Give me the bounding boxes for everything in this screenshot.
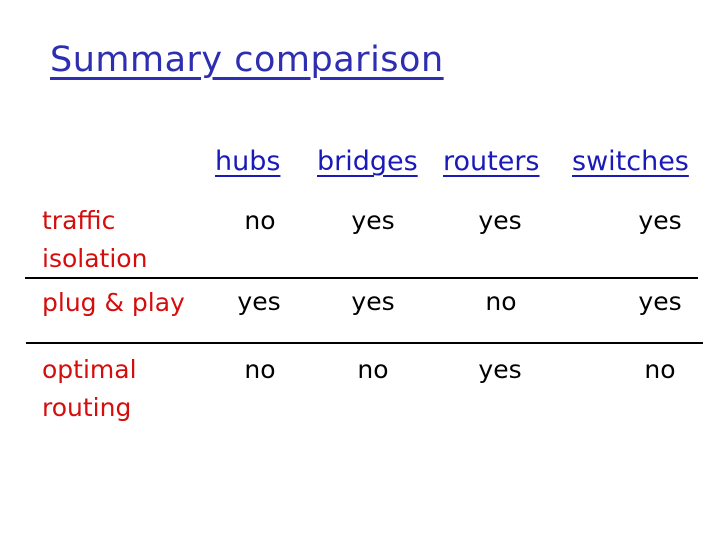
slide-title: Summary comparison [50, 40, 444, 80]
cell-switches: yes [638, 206, 682, 235]
cell-hubs: no [244, 355, 276, 384]
column-header-bridges: bridges [317, 146, 418, 177]
cell-switches: no [644, 355, 676, 384]
cell-switches: yes [638, 287, 682, 316]
row-divider [26, 342, 703, 344]
cell-bridges: yes [351, 287, 395, 316]
column-header-switches: switches [572, 146, 689, 177]
row-label-line: traffic [42, 206, 116, 235]
column-header-hubs: hubs [215, 146, 281, 177]
row-label-line: optimal [42, 355, 137, 384]
row-label-line: plug & play [42, 288, 185, 317]
row-label-plug-and-play: plug & play [42, 284, 185, 322]
cell-routers: yes [478, 206, 522, 235]
row-label-line: isolation [42, 244, 148, 273]
row-label-traffic-isolation: traffic isolation [42, 202, 147, 278]
cell-bridges: yes [351, 206, 395, 235]
cell-bridges: no [357, 355, 389, 384]
cell-hubs: no [244, 206, 276, 235]
column-header-routers: routers [443, 146, 540, 177]
cell-hubs: yes [237, 287, 281, 316]
cell-routers: no [485, 287, 517, 316]
row-label-line: routing [42, 393, 132, 422]
cell-routers: yes [478, 355, 522, 384]
row-label-optimal-routing: optimal routing [42, 351, 137, 427]
row-divider [25, 277, 698, 279]
